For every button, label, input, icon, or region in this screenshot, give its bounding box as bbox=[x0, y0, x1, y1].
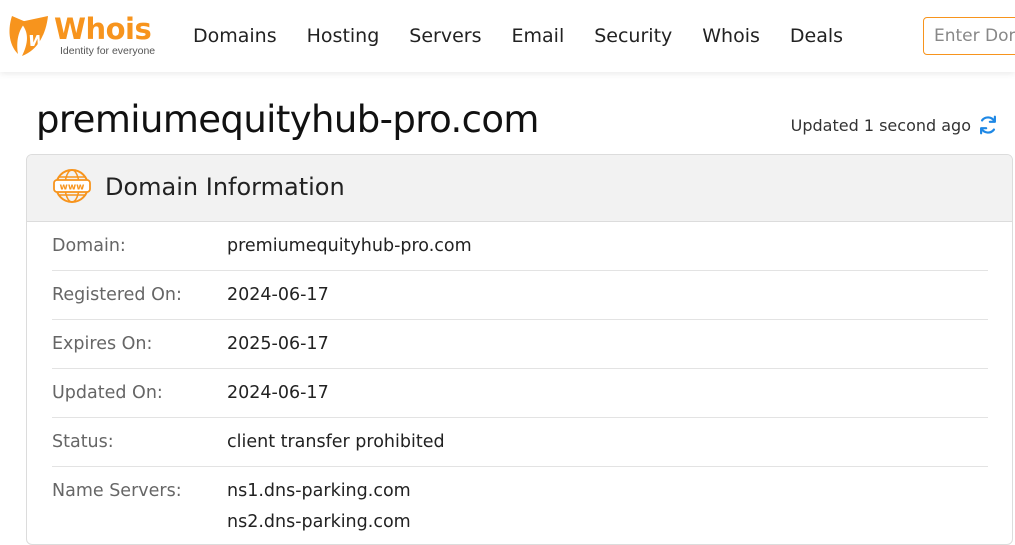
info-row-status: Status: client transfer prohibited bbox=[52, 418, 988, 467]
nav-item-whois[interactable]: Whois bbox=[687, 20, 775, 52]
info-value: client transfer prohibited bbox=[227, 432, 445, 452]
info-value: 2024-06-17 bbox=[227, 383, 329, 403]
name-server: ns2.dns-parking.com bbox=[227, 512, 411, 532]
domain-info-table: Domain: premiumequityhub-pro.com Registe… bbox=[52, 222, 988, 537]
logo-tagline: Identity for everyone bbox=[60, 45, 156, 57]
nav-item-deals[interactable]: Deals bbox=[775, 20, 858, 52]
logo-wordmark: Whois bbox=[54, 12, 152, 46]
svg-text:www: www bbox=[60, 183, 85, 193]
info-value: premiumequityhub-pro.com bbox=[227, 236, 472, 256]
name-server: ns1.dns-parking.com bbox=[227, 481, 411, 501]
refresh-icon[interactable] bbox=[977, 114, 999, 136]
logo-mark-icon: w bbox=[9, 16, 48, 56]
nav-item-email[interactable]: Email bbox=[497, 20, 580, 52]
info-label: Expires On: bbox=[52, 334, 153, 354]
site-header: w Whois Identity for everyone Domains Ho… bbox=[0, 0, 1015, 72]
main-nav: Domains Hosting Servers Email Security W… bbox=[178, 20, 858, 52]
domain-info-title: Domain Information bbox=[105, 173, 345, 201]
site-logo[interactable]: w Whois Identity for everyone bbox=[6, 12, 166, 60]
info-row-updated: Updated On: 2024-06-17 bbox=[52, 369, 988, 418]
domain-info-card: www Domain Information Domain: premiumeq… bbox=[26, 154, 1013, 545]
info-row-name-servers: Name Servers: ns1.dns-parking.com ns2.dn… bbox=[52, 467, 988, 537]
info-row-expires: Expires On: 2025-06-17 bbox=[52, 320, 988, 369]
nav-item-security[interactable]: Security bbox=[579, 20, 687, 52]
info-row-domain: Domain: premiumequityhub-pro.com bbox=[52, 222, 988, 271]
info-value: 2025-06-17 bbox=[227, 334, 329, 354]
info-value: ns1.dns-parking.com ns2.dns-parking.com bbox=[227, 467, 411, 537]
page-title: premiumequityhub-pro.com bbox=[36, 98, 539, 141]
info-label: Domain: bbox=[52, 236, 126, 256]
updated-status: Updated 1 second ago bbox=[791, 114, 999, 136]
info-label: Status: bbox=[52, 432, 114, 452]
svg-text:w: w bbox=[28, 27, 47, 51]
info-row-registered: Registered On: 2024-06-17 bbox=[52, 271, 988, 320]
nav-item-hosting[interactable]: Hosting bbox=[292, 20, 395, 52]
info-label: Registered On: bbox=[52, 285, 182, 305]
info-label: Name Servers: bbox=[52, 481, 182, 501]
domain-info-header: www Domain Information bbox=[27, 155, 1012, 222]
updated-text: Updated 1 second ago bbox=[790, 115, 971, 135]
nav-item-domains[interactable]: Domains bbox=[178, 20, 292, 52]
domain-search-input[interactable] bbox=[923, 17, 1015, 55]
www-icon: www bbox=[53, 169, 91, 203]
info-label: Updated On: bbox=[52, 383, 163, 403]
info-value: 2024-06-17 bbox=[227, 285, 329, 305]
nav-item-servers[interactable]: Servers bbox=[394, 20, 496, 52]
